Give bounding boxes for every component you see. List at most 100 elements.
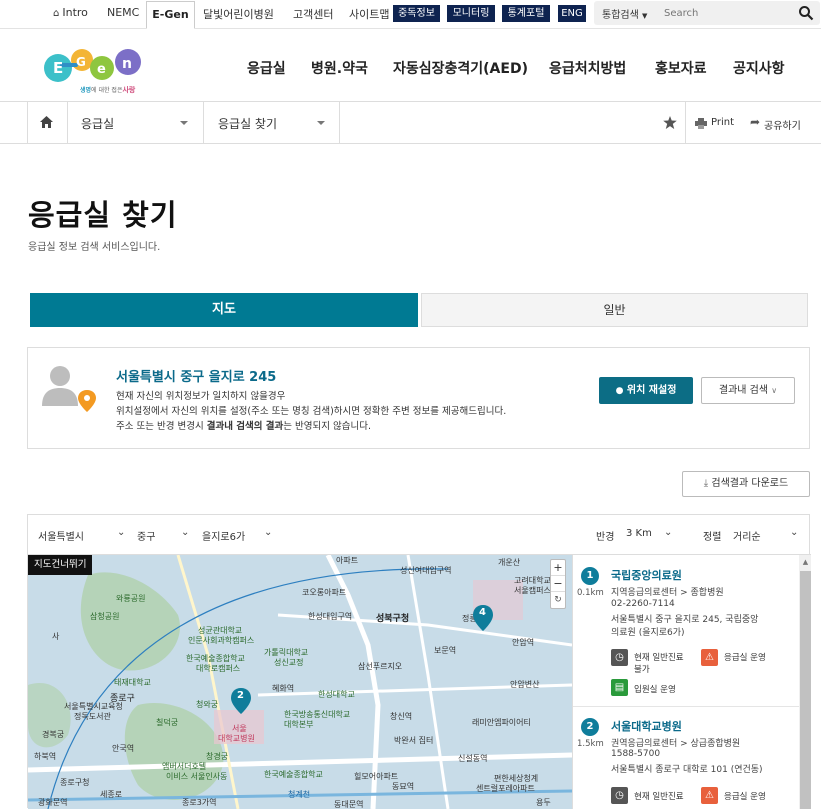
map-label: 종로3가역: [182, 798, 217, 807]
star-icon[interactable]: [663, 116, 677, 129]
page-description: 응급실 정보 검색 서비스입니다.: [28, 242, 161, 253]
search-input[interactable]: [664, 3, 784, 23]
list-item[interactable]: 2 1.5km 서울대학교병원 권역응급의료센터 > 상급종합병원 1588-5…: [573, 708, 799, 809]
svg-text:E: E: [53, 59, 63, 77]
nav-promotion[interactable]: 홍보자료: [655, 58, 707, 78]
map-label: 청와궁: [196, 700, 219, 709]
reset-view-icon[interactable]: ↻: [551, 592, 565, 608]
map-label: 이비스 서울인사동: [166, 772, 228, 781]
result-distance: 1.5km: [577, 739, 604, 749]
svg-text:e: e: [97, 62, 106, 77]
map-marker[interactable]: 2: [231, 688, 251, 718]
poison-info-button[interactable]: 중독정보: [393, 5, 440, 22]
download-results-button[interactable]: ⤓ 검색결과 다운로드: [682, 471, 810, 497]
location-help-line1: 현재 자신의 위치정보가 일치하지 않을경우: [116, 391, 286, 402]
map-label: 아파트: [336, 556, 359, 565]
map-label: 신설동역: [458, 754, 488, 763]
nav-emergency-room[interactable]: 응급실: [247, 58, 286, 78]
global-search: 통합검색 ▼: [594, 1, 820, 25]
breadcrumb-level2-select[interactable]: 응급실 찾기: [218, 115, 277, 132]
map-view[interactable]: 지도건너뛰기 아파트 성신여대입구역 개운산 고려대학교 서울캠퍼스 와룡공원 …: [28, 555, 572, 809]
map-label: 용두: [536, 798, 551, 807]
map-label: 경복궁: [42, 730, 65, 739]
radius-select[interactable]: 3 Km: [626, 528, 652, 539]
clock-icon: ◷: [611, 787, 628, 804]
chevron-down-icon: [180, 121, 188, 125]
scrollbar-thumb[interactable]: [800, 571, 811, 809]
map-label: 래미안엠파이어티: [472, 718, 531, 727]
list-item[interactable]: 1 0.1km 국립중앙의료원 지역응급의료센터 > 종합병원 02-2260-…: [573, 555, 799, 707]
hospital-name[interactable]: 국립중앙의료원: [611, 567, 682, 583]
breadcrumb-level1-select[interactable]: 응급실: [81, 115, 114, 132]
statistics-portal-button[interactable]: 통계포털: [502, 5, 550, 22]
map-label: 사: [52, 632, 60, 641]
search-icon[interactable]: [798, 5, 814, 21]
result-number: 2: [581, 718, 599, 736]
map-label: 성신여대입구역: [400, 566, 452, 575]
city-select[interactable]: 서울특별시: [38, 528, 84, 543]
map-marker[interactable]: 4: [473, 605, 493, 635]
nav-aed[interactable]: 자동심장충격기(AED): [393, 58, 528, 78]
map-label: 센트럴포레아파트: [476, 784, 535, 793]
map-label: 세종로: [100, 790, 123, 799]
monitoring-button[interactable]: 모니터링: [447, 5, 495, 22]
divider: [685, 102, 686, 144]
egen-logo[interactable]: E G e n 생명에 대한 접은사랑: [40, 42, 150, 94]
egen-tab[interactable]: E-Gen: [146, 1, 195, 29]
nav-hospital-pharmacy[interactable]: 병원.약국: [311, 58, 368, 78]
reset-location-button[interactable]: ● 위치 재설정: [599, 377, 693, 404]
current-address: 서울특별시 중구 을지로 245: [116, 370, 277, 385]
intro-link[interactable]: Intro: [53, 6, 88, 19]
map-label: 하북역: [34, 752, 57, 761]
hospital-type: 권역응급의료센터 > 상급종합병원: [611, 739, 741, 749]
map-label: 힐모어아파트: [354, 772, 399, 781]
sitemap-link[interactable]: 사이트맵: [349, 6, 389, 22]
home-icon[interactable]: [40, 116, 53, 128]
sort-select[interactable]: 거리순: [733, 528, 761, 543]
search-scope-select[interactable]: 통합검색 ▼: [602, 6, 647, 21]
tab-map[interactable]: 지도: [30, 293, 418, 327]
zoom-out-button[interactable]: −: [551, 576, 565, 592]
status-badge: 현재 일반진료: [634, 653, 684, 663]
tab-general[interactable]: 일반: [421, 293, 808, 327]
scroll-up-icon[interactable]: ▲: [799, 555, 811, 569]
share-button[interactable]: 공유하기: [764, 117, 801, 132]
map-label: 한성대학교: [318, 690, 355, 699]
user-avatar-icon: [42, 366, 96, 412]
map-label: 박완서 집터: [394, 736, 434, 745]
map-label: 서울캠퍼스: [514, 586, 551, 595]
hospital-address: 서울특별시 중구 을지로 245, 국립중앙: [611, 615, 759, 625]
hospital-name[interactable]: 서울대학교병원: [611, 718, 682, 734]
print-button[interactable]: Print: [711, 117, 734, 128]
map-label: 정독도서관: [74, 712, 111, 721]
breadcrumb: 응급실 응급실 찾기 Print ➦ 공유하기: [0, 102, 821, 144]
bed-icon: ▤: [611, 679, 628, 696]
map-label: 성북구청: [376, 614, 410, 624]
scrollbar[interactable]: ▲: [799, 555, 811, 809]
utility-bar: Intro NEMC E-Gen 달빛어린이병원 고객센터 사이트맵 중독정보 …: [0, 0, 821, 29]
map-pin-icon: ●: [615, 386, 624, 396]
map-label: 코오롱아파트: [302, 588, 347, 597]
filter-results-button[interactable]: 결과내 검색 ∨: [701, 377, 795, 404]
district-select[interactable]: 중구: [137, 528, 155, 543]
skip-map-button[interactable]: 지도건너뛰기: [28, 555, 93, 575]
zoom-in-button[interactable]: +: [551, 560, 565, 576]
siren-icon: ⚠: [701, 649, 718, 666]
chevron-down-icon: [317, 121, 325, 125]
divider: [27, 102, 28, 144]
hospital-phone: 02-2260-7114: [611, 599, 675, 609]
customer-center-link[interactable]: 고객센터: [293, 6, 333, 22]
result-number: 1: [581, 567, 599, 585]
chevron-down-icon: ⌄: [264, 527, 273, 538]
english-button[interactable]: ENG: [558, 5, 586, 22]
divider: [67, 102, 68, 144]
status-badge: 현재 일반진료: [634, 792, 684, 802]
map-label: 태재대학교: [114, 678, 151, 687]
moonlight-hospital-link[interactable]: 달빛어린이병원: [203, 6, 274, 22]
site-header: E G e n 생명에 대한 접은사랑 응급실 병원.약국 자동심장충격기(AE…: [0, 30, 821, 102]
dong-select[interactable]: 을지로6가: [202, 528, 245, 543]
download-icon: ⤓: [703, 478, 709, 489]
nemc-link[interactable]: NEMC: [107, 6, 139, 19]
nav-notice[interactable]: 공지사항: [733, 58, 785, 78]
nav-first-aid[interactable]: 응급처치방법: [549, 58, 626, 78]
